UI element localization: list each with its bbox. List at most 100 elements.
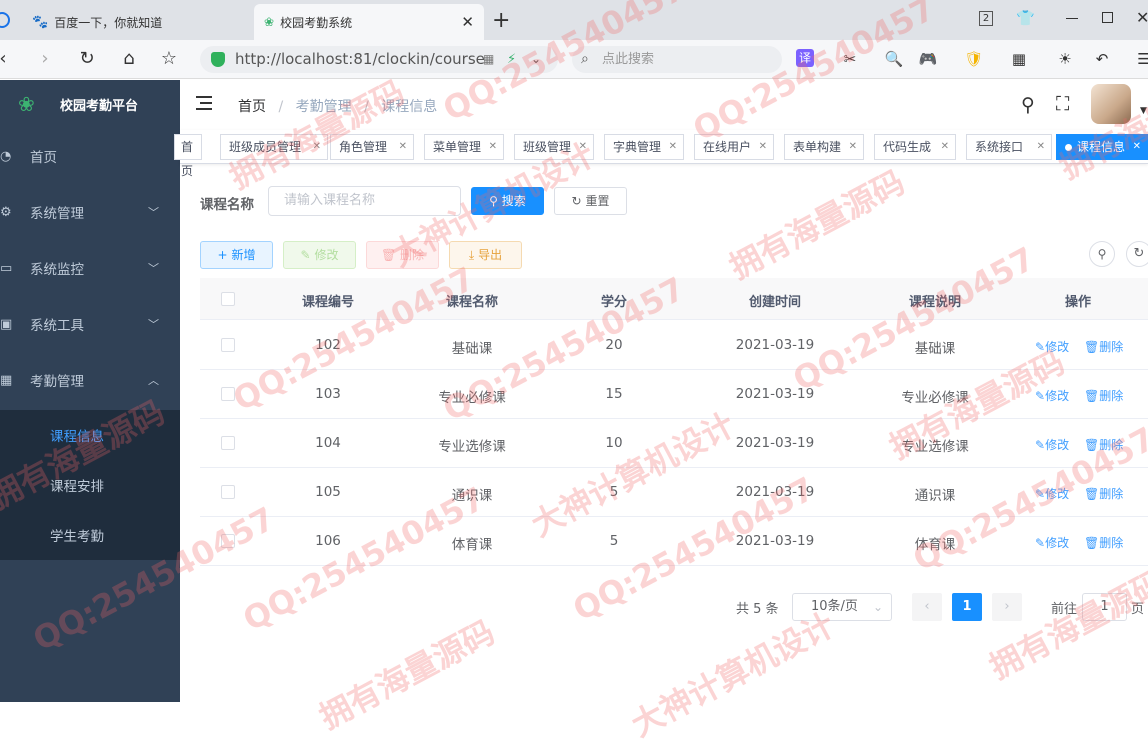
refresh-icon[interactable]: ↻ — [76, 48, 98, 70]
breadcrumb-home[interactable]: 首页 — [238, 99, 266, 115]
row-checkbox[interactable] — [221, 436, 235, 450]
search-button[interactable]: ⚲ 搜索 — [471, 187, 544, 215]
next-page-button[interactable]: › — [992, 593, 1022, 621]
tag-6[interactable]: 在线用户 ✕ — [694, 134, 774, 160]
apps-grid-icon[interactable]: ▦ — [1009, 49, 1029, 69]
browser-tab-baidu[interactable]: 🐾 百度一下，你就知道 — [22, 4, 250, 40]
sidebar-item-label: 首页 — [30, 150, 57, 166]
export-button[interactable]: ⤓ 导出 — [449, 241, 522, 269]
row-edit-link[interactable]: ✎修改 — [1035, 485, 1069, 502]
cell-created-time: 2021-03-19 — [735, 533, 815, 549]
select-all-checkbox[interactable] — [221, 292, 235, 306]
url-bar[interactable]: http://localhost:81/clockin/course ▦ ⚡ ⌄ — [200, 46, 558, 73]
goto-label: 前往 — [1051, 602, 1078, 617]
browser-search-input[interactable]: ⌕ 点此搜索 — [572, 46, 782, 73]
tag-7[interactable]: 表单构建 ✕ — [784, 134, 864, 160]
fullscreen-icon[interactable]: ⛶ — [1056, 93, 1069, 115]
prev-page-button[interactable]: ‹ — [912, 593, 942, 621]
avatar[interactable] — [1091, 84, 1131, 124]
tag-10[interactable]: 课程信息 ✕ — [1056, 134, 1148, 160]
row-edit-link[interactable]: ✎修改 — [1035, 436, 1069, 453]
course-name-input[interactable]: 请输入课程名称 — [268, 186, 461, 216]
close-tag-icon[interactable]: ✕ — [1037, 135, 1045, 159]
tag-9[interactable]: 系统接口 ✕ — [966, 134, 1052, 160]
sidebar-item-4[interactable]: ▦ 考勤管理 ︿ — [0, 352, 180, 408]
tag-4[interactable]: 班级管理 ✕ — [514, 134, 594, 160]
chevron-down-icon[interactable]: ⌄ — [531, 46, 541, 73]
row-edit-link[interactable]: ✎修改 — [1035, 534, 1069, 551]
back-icon[interactable]: ‹ — [0, 48, 14, 70]
menu-icon[interactable]: ☰ — [1134, 49, 1148, 69]
row-checkbox[interactable] — [221, 485, 235, 499]
search-icon: ⚲ — [489, 194, 498, 208]
goto-page-input[interactable]: 1 — [1082, 593, 1127, 621]
hamburger-icon[interactable] — [196, 96, 212, 110]
close-tag-icon[interactable]: ✕ — [399, 135, 407, 159]
tag-2[interactable]: 角色管理 ✕ — [330, 134, 414, 160]
app-logo[interactable]: ❀ 校园考勤平台 — [0, 80, 180, 128]
close-tag-icon[interactable]: ✕ — [1133, 135, 1141, 159]
row-delete-link[interactable]: 🗑删除 — [1084, 436, 1123, 453]
page-number-current[interactable]: 1 — [952, 593, 982, 621]
close-window-icon[interactable]: ✕ — [1136, 8, 1148, 27]
tag-0[interactable]: 首页 — [174, 134, 202, 178]
minimize-icon[interactable] — [1066, 18, 1078, 19]
avatar-caret-icon[interactable]: ▼ — [1140, 106, 1147, 116]
row-edit-link[interactable]: ✎修改 — [1035, 387, 1069, 404]
toggle-search-button[interactable]: ⚲ — [1089, 241, 1115, 267]
close-tag-icon[interactable]: ✕ — [489, 135, 497, 159]
close-tag-icon[interactable]: ✕ — [669, 135, 677, 159]
browser-tab-active[interactable]: ❀ 校园考勤系统 ✕ — [254, 4, 484, 40]
magnifier-tool-icon[interactable]: 🔍 — [884, 49, 904, 69]
theme-icon[interactable]: ☀ — [1055, 49, 1075, 69]
row-checkbox[interactable] — [221, 534, 235, 548]
refresh-table-button[interactable]: ↻ — [1126, 241, 1148, 267]
sidebar-item-3[interactable]: ▣ 系统工具 ﹀ — [0, 296, 180, 352]
browser-logo-icon[interactable] — [0, 12, 10, 28]
page-size-select[interactable]: 10条/页 ⌄ — [792, 593, 892, 621]
edit-button[interactable]: ✎ 修改 — [283, 241, 356, 269]
reset-button[interactable]: ↻ 重置 — [554, 187, 627, 215]
translate-icon[interactable]: 译 — [796, 49, 814, 67]
row-delete-link[interactable]: 🗑删除 — [1084, 387, 1123, 404]
undo-icon[interactable]: ↶ — [1092, 49, 1112, 69]
qr-code-icon[interactable]: ▦ — [483, 46, 494, 73]
tag-5[interactable]: 字典管理 ✕ — [604, 134, 684, 160]
forward-icon[interactable]: › — [34, 48, 56, 70]
home-icon[interactable]: ⌂ — [118, 48, 140, 70]
add-button[interactable]: + 新增 — [200, 241, 273, 269]
scissors-icon[interactable]: ✂ — [840, 49, 860, 69]
shirt-icon[interactable]: 👕 — [1016, 9, 1035, 27]
row-delete-link[interactable]: 🗑删除 — [1084, 338, 1123, 355]
close-tag-icon[interactable]: ✕ — [579, 135, 587, 159]
row-delete-link[interactable]: 🗑删除 — [1084, 534, 1123, 551]
gamepad-icon[interactable]: 🎮 — [918, 49, 938, 69]
lightning-icon[interactable]: ⚡ — [507, 46, 516, 73]
delete-button[interactable]: 🗑 删除 — [366, 241, 439, 269]
edit-button-label: 修改 — [314, 248, 339, 262]
row-checkbox[interactable] — [221, 338, 235, 352]
tag-3[interactable]: 菜单管理 ✕ — [424, 134, 504, 160]
close-tag-icon[interactable]: ✕ — [759, 135, 767, 159]
tab-count-badge[interactable]: 2 — [979, 11, 993, 26]
row-edit-link[interactable]: ✎修改 — [1035, 338, 1069, 355]
sidebar-item-2[interactable]: ▭ 系统监控 ﹀ — [0, 240, 180, 296]
shield-icon[interactable]: 🛡 — [964, 49, 984, 69]
sidebar-item-1[interactable]: ⚙ 系统管理 ﹀ — [0, 184, 180, 240]
close-tag-icon[interactable]: ✕ — [941, 135, 949, 159]
row-checkbox[interactable] — [221, 387, 235, 401]
new-tab-button[interactable]: + — [492, 8, 510, 33]
tag-1[interactable]: 班级成员管理 ✕ — [220, 134, 328, 160]
close-tag-icon[interactable]: ✕ — [849, 135, 857, 159]
close-tag-icon[interactable]: ✕ — [313, 135, 321, 159]
sidebar-subitem-2[interactable]: 学生考勤 — [0, 510, 180, 560]
sidebar-item-0[interactable]: ◔ 首页 — [0, 128, 180, 184]
bookmark-star-icon[interactable]: ☆ — [158, 48, 180, 70]
header-search-icon[interactable]: ⚲ — [1021, 94, 1035, 116]
close-tab-icon[interactable]: ✕ — [461, 13, 474, 31]
sidebar-subitem-1[interactable]: 课程安排 — [0, 460, 180, 510]
row-delete-link[interactable]: 🗑删除 — [1084, 485, 1123, 502]
sidebar-subitem-0[interactable]: 课程信息 — [0, 410, 180, 460]
tag-8[interactable]: 代码生成 ✕ — [874, 134, 956, 160]
maximize-icon[interactable] — [1102, 12, 1113, 23]
